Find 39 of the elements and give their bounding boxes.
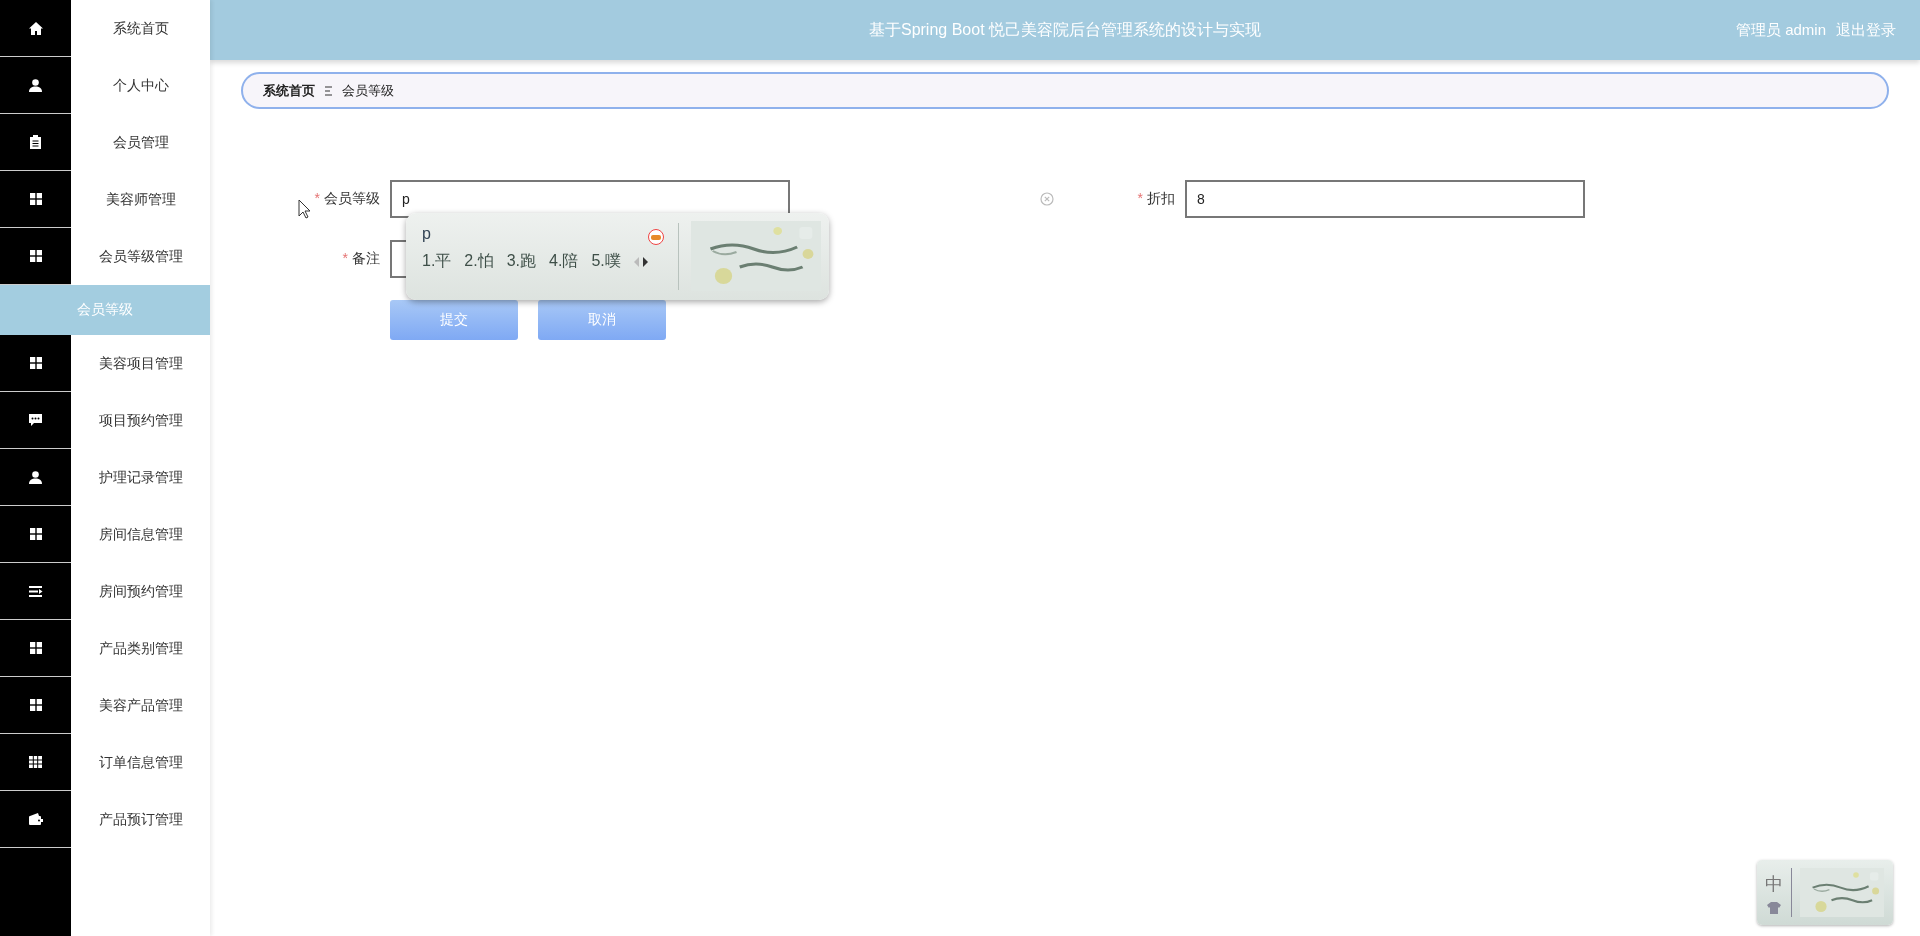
grid-icon	[29, 699, 42, 711]
ime-composition: p	[422, 225, 431, 243]
system-title: 基于Spring Boot 悦己美容院后台管理系统的设计与实现	[868, 20, 1262, 38]
grid-icon	[29, 528, 42, 540]
cursor-icon	[298, 199, 312, 219]
input-field[interactable]: 8	[1185, 180, 1585, 218]
ime-candidate[interactable]: 3.跑	[506, 251, 537, 272]
ime-logo-icon	[648, 229, 664, 245]
clipboard-icon	[30, 135, 41, 149]
required-mark: *	[1137, 190, 1143, 206]
list-icon	[28, 585, 43, 597]
chat-icon	[29, 414, 42, 426]
user-icon	[29, 78, 42, 92]
grid-icon	[29, 250, 42, 262]
table-icon	[29, 756, 42, 768]
field-label: 折扣	[1147, 190, 1175, 206]
field-label: 会员等级	[324, 190, 380, 206]
grid-icon	[29, 193, 42, 205]
ime-candidate[interactable]: 5.噗	[591, 251, 621, 272]
ime-mode[interactable]: 中	[1765, 871, 1783, 896]
wallet-icon	[28, 813, 43, 825]
user-icon	[29, 470, 42, 484]
grid-icon	[29, 357, 42, 369]
clear-icon[interactable]	[1040, 192, 1054, 206]
required-mark: *	[342, 250, 348, 266]
breadcrumb-link[interactable]: 会员等级	[342, 81, 394, 100]
home-icon	[28, 21, 43, 35]
required-mark: *	[314, 190, 320, 206]
ime-candidate[interactable]: 1.平	[422, 251, 452, 272]
field-label: 备注	[352, 250, 380, 266]
separator-icon	[325, 85, 332, 96]
page-arrows-icon[interactable]	[633, 256, 648, 267]
admin-user: 管理员 admin	[1735, 20, 1826, 40]
shirt-icon[interactable]	[1767, 901, 1781, 914]
ime-candidate[interactable]: 2.怕	[464, 251, 494, 272]
breadcrumb-link[interactable]: 系统首页	[263, 81, 315, 100]
ime-candidate[interactable]: 4.陪	[549, 251, 579, 272]
input-field[interactable]: p	[390, 180, 790, 218]
grid-icon	[29, 642, 42, 654]
